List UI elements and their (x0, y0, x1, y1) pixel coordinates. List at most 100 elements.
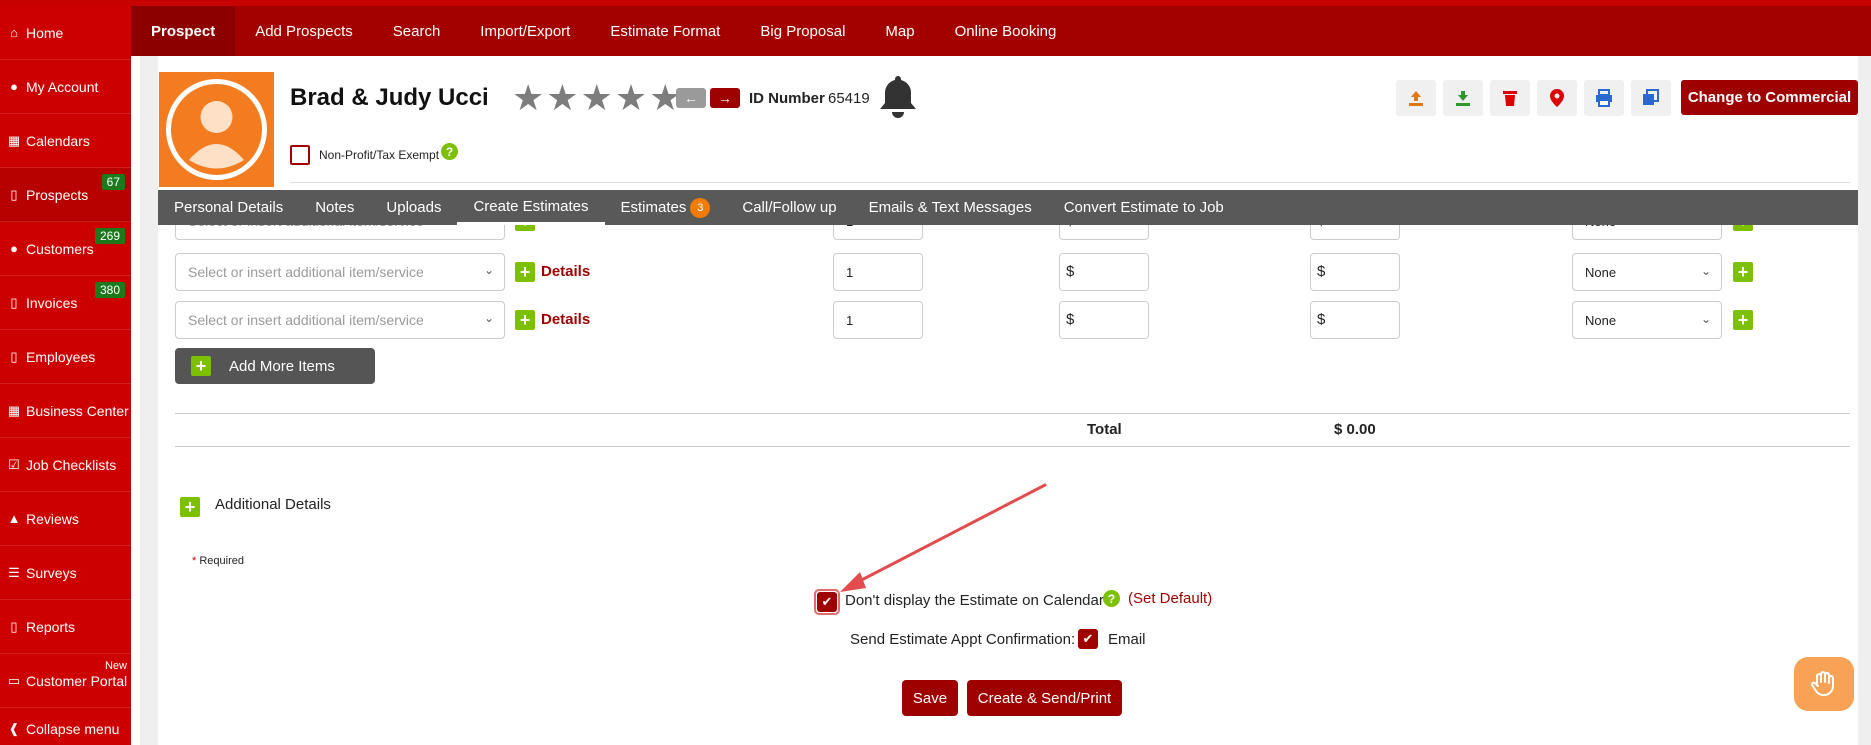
amount-input[interactable]: $ (1310, 225, 1400, 240)
set-default-link[interactable]: (Set Default) (1128, 590, 1212, 607)
sidebar: ⌂ Home ● My Account ▦ Calendars ▯ Prospe… (0, 6, 131, 745)
details-link[interactable]: Details (541, 311, 590, 328)
tab-add-prospects[interactable]: Add Prospects (235, 6, 373, 56)
calendar-icon: ▦ (7, 132, 21, 148)
previous-prospect-button[interactable]: ← (676, 88, 706, 108)
estimate-item-row: Select or insert additional item/service… (158, 253, 1858, 293)
star-icon[interactable]: ★ (512, 80, 544, 116)
sidebar-item-label: Customer Portal (26, 672, 128, 689)
tab-import-export[interactable]: Import/Export (460, 6, 590, 56)
tab-emails-text-messages[interactable]: Emails & Text Messages (853, 190, 1048, 225)
print-button[interactable] (1584, 80, 1624, 116)
amount-input[interactable]: $ (1310, 253, 1400, 291)
sidebar-item-customer-portal[interactable]: ▭ Customer Portal New (0, 654, 131, 708)
sidebar-item-home[interactable]: ⌂ Home (0, 6, 131, 60)
sidebar-item-label: Customers (26, 240, 94, 257)
amount-input[interactable]: $ (1310, 301, 1400, 339)
plus-icon[interactable]: + (515, 262, 535, 282)
change-to-commercial-button[interactable]: Change to Commercial (1681, 80, 1858, 115)
tab-notes[interactable]: Notes (299, 190, 370, 225)
copy-button[interactable] (1631, 80, 1671, 116)
sidebar-item-my-account[interactable]: ● My Account (0, 60, 131, 114)
tax-select[interactable]: None⌄ (1572, 225, 1722, 240)
add-row-plus-icon[interactable]: + (1733, 262, 1753, 282)
create-send-print-button[interactable]: Create & Send/Print (967, 680, 1122, 716)
add-row-plus-icon[interactable]: + (1733, 310, 1753, 330)
add-more-items-label: Add More Items (229, 357, 335, 375)
sidebar-item-reviews[interactable]: ▲ Reviews (0, 492, 131, 546)
tab-online-booking[interactable]: Online Booking (935, 6, 1077, 56)
tab-call-follow-up[interactable]: Call/Follow up (726, 190, 852, 225)
chevron-down-icon: ⌄ (1701, 225, 1711, 227)
chevron-down-icon: ⌄ (483, 311, 494, 325)
plus-icon[interactable]: + (515, 225, 535, 231)
help-icon[interactable]: ? (441, 143, 458, 160)
download-button[interactable] (1443, 80, 1483, 116)
additional-details-label[interactable]: Additional Details (215, 496, 331, 513)
item-select[interactable]: Select or insert additional item/service… (175, 301, 505, 339)
total-value: $ 0.00 (1334, 421, 1376, 438)
bell-icon[interactable] (878, 74, 918, 121)
rate-input[interactable]: $ (1059, 253, 1149, 291)
tab-prospect[interactable]: Prospect (131, 6, 236, 56)
star-icon[interactable]: ★ (615, 80, 647, 116)
rate-input[interactable]: $ (1059, 225, 1149, 240)
email-confirmation-checkbox[interactable]: ✔ (1078, 629, 1098, 649)
sidebar-item-prospects[interactable]: ▯ Prospects 67 (0, 168, 131, 222)
tax-select[interactable]: None⌄ (1572, 301, 1722, 339)
nonprofit-label: Non-Profit/Tax Exempt (319, 148, 440, 162)
sidebar-item-label: Invoices (26, 294, 78, 311)
sidebar-item-surveys[interactable]: ☰ Surveys (0, 546, 131, 600)
save-button[interactable]: Save (902, 680, 958, 716)
expand-additional-details-icon[interactable]: + (180, 497, 200, 517)
quantity-input[interactable]: 1 (833, 253, 923, 291)
plus-icon[interactable]: + (515, 310, 535, 330)
tab-uploads[interactable]: Uploads (370, 190, 457, 225)
estimate-items: Select or insert additional item/service… (158, 225, 1858, 345)
add-more-items-button[interactable]: + Add More Items (175, 348, 375, 384)
invoices-count-badge: 380 (94, 282, 125, 298)
sidebar-item-customers[interactable]: ● Customers 269 (0, 222, 131, 276)
chat-widget-button[interactable] (1794, 657, 1854, 711)
quantity-input[interactable]: 1 (833, 225, 923, 240)
rate-input[interactable]: $ (1059, 301, 1149, 339)
sidebar-item-job-checklists[interactable]: ☑ Job Checklists (0, 438, 131, 492)
next-prospect-button[interactable]: → (710, 88, 740, 108)
item-select[interactable]: Select or insert additional item/service… (175, 225, 505, 240)
id-number-label: ID Number (749, 90, 825, 107)
tab-estimate-format[interactable]: Estimate Format (590, 6, 740, 56)
item-select[interactable]: Select or insert additional item/service… (175, 253, 505, 291)
tab-convert-estimate-to-job[interactable]: Convert Estimate to Job (1048, 190, 1240, 225)
quantity-input[interactable]: 1 (833, 301, 923, 339)
tab-estimates[interactable]: Estimates 3 (605, 190, 727, 225)
details-link[interactable]: Details (541, 263, 590, 280)
upload-button[interactable] (1396, 80, 1436, 116)
nonprofit-checkbox[interactable] (290, 145, 310, 165)
sidebar-item-employees[interactable]: ▯ Employees (0, 330, 131, 384)
sidebar-item-label: Collapse menu (26, 721, 120, 737)
rating-stars[interactable]: ★ ★ ★ ★ ★ (512, 80, 681, 116)
star-icon[interactable]: ★ (581, 80, 613, 116)
sidebar-item-reports[interactable]: ▯ Reports (0, 600, 131, 654)
star-icon[interactable]: ★ (546, 80, 578, 116)
avatar (159, 72, 274, 187)
tab-create-estimates[interactable]: Create Estimates (457, 190, 605, 225)
tab-big-proposal[interactable]: Big Proposal (740, 6, 865, 56)
arrow-right-icon: → (718, 90, 732, 106)
arrow-left-circle-icon: ❰ (8, 721, 20, 736)
sidebar-item-calendars[interactable]: ▦ Calendars (0, 114, 131, 168)
tab-search[interactable]: Search (373, 6, 461, 56)
sidebar-item-collapse-menu[interactable]: ❰ Collapse menu (0, 702, 131, 745)
tab-map[interactable]: Map (865, 6, 934, 56)
estimate-item-row: Select or insert additional item/service… (158, 225, 1858, 242)
tax-select[interactable]: None⌄ (1572, 253, 1722, 291)
add-row-plus-icon[interactable]: + (1733, 225, 1753, 231)
map-button[interactable] (1537, 80, 1577, 116)
tab-personal-details[interactable]: Personal Details (158, 190, 299, 225)
sidebar-item-invoices[interactable]: ▯ Invoices 380 (0, 276, 131, 330)
delete-button[interactable] (1490, 80, 1530, 116)
details-link[interactable]: Details (541, 225, 590, 229)
thumbs-up-icon: ▲ (7, 511, 21, 526)
sidebar-item-business-center[interactable]: ▦ Business Center (0, 384, 131, 438)
help-icon[interactable]: ? (1103, 590, 1120, 607)
